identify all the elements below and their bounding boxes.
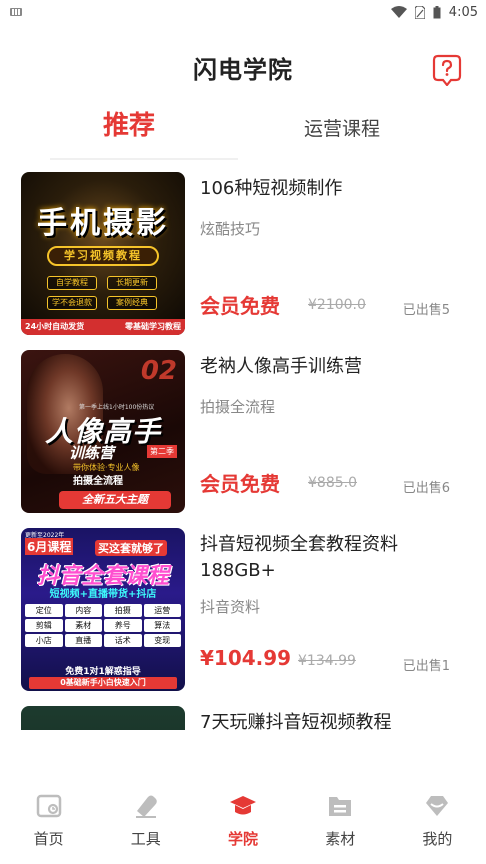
thumb-tag: 案例经典 — [107, 296, 157, 310]
status-left — [10, 8, 22, 16]
course-original-price: ¥2100.0 — [308, 297, 366, 313]
page-title: 闪电学院 — [193, 56, 293, 84]
nav-home[interactable]: 首页 — [0, 780, 97, 864]
thumb-grid-cell: 小店 — [25, 634, 63, 647]
course-sold-count: 已出售6 — [402, 481, 450, 496]
course-title[interactable]: 7天玩赚抖音短视频教程 — [200, 710, 462, 730]
nav-profile[interactable]: 我的 — [389, 780, 486, 864]
battery-icon — [433, 5, 441, 18]
thumb-grid-cell: 剪辑 — [25, 619, 63, 632]
profile-diamond-icon — [426, 796, 449, 816]
nav-label: 我的 — [422, 830, 453, 848]
status-time: 4:05 — [448, 4, 478, 20]
course-thumbnail: 手机摄影 学习视频教程 自学教程 长期更新 学不会退款 案例经典 24小时自动发… — [21, 172, 185, 335]
course-original-price: ¥885.0 — [308, 475, 357, 491]
tab-operations-courses[interactable]: 运营课程 — [304, 107, 380, 151]
nav-label: 首页 — [33, 830, 64, 848]
tab-recommend[interactable]: 推荐 — [103, 104, 155, 148]
nav-academy[interactable]: 学院 — [194, 780, 291, 864]
thumb-headline: 抖音全套课程 — [36, 564, 169, 589]
thumb-grid: 定位 内容 拍摄 运营 剪辑 素材 养号 算法 小店 直播 话术 变现 — [25, 604, 181, 647]
folder-icon — [329, 797, 352, 816]
thumb-grid-cell: 运营 — [143, 604, 181, 617]
thumb-line: 拍摄全流程 — [73, 476, 123, 487]
thumb-bottom-bar: 0基础新手小白快速入门 — [29, 677, 177, 689]
course-sold-count: 已出售1 — [402, 659, 450, 674]
thumb-month: 6月课程 — [25, 538, 74, 555]
thumb-grid-cell: 内容 — [64, 604, 102, 617]
thumb-grid-cell: 直播 — [64, 634, 102, 647]
thumb-band: 短视频+直播带货+抖店 — [49, 589, 157, 600]
thumb-grid-cell: 变现 — [143, 634, 181, 647]
course-sold-count: 已出售5 — [402, 303, 450, 318]
course-thumbnail: 更新至2022年 6月课程 买这套就够了 抖音全套课程 短视频+直播带货+抖店 … — [21, 528, 185, 691]
keyboard-icon — [10, 8, 22, 16]
thumb-tag: 学不会退款 — [47, 296, 97, 310]
course-thumbnail: 02 第一季上线1小时100份热议 人像高手 训练营 第二季 带你体验·专业人像… — [21, 350, 185, 513]
thumb-free-text: 免费1对1解惑指导 — [65, 667, 141, 677]
course-price: ¥104.99 — [200, 646, 292, 670]
course-price: 会员免费 — [200, 472, 280, 496]
thumb-bottom-bar: 24小时自动发货 零基础学习教程 — [21, 319, 185, 335]
header: 闪电学院 — [0, 50, 486, 94]
home-icon — [36, 794, 61, 818]
thumb-tag: 长期更新 — [107, 276, 157, 290]
thumb-bottom-right: 零基础学习教程 — [125, 322, 181, 331]
nav-label: 学院 — [228, 830, 259, 848]
status-right: 4:05 — [390, 4, 478, 20]
graduation-cap-icon — [230, 796, 256, 815]
thumb-grid-cell: 素材 — [64, 619, 102, 632]
nav-materials[interactable]: 素材 — [292, 780, 389, 864]
thumb-grid-cell: 养号 — [104, 619, 142, 632]
thumb-sub: 训练营 — [69, 444, 115, 462]
tab-bar: 推荐 运营课程 — [0, 104, 486, 160]
thumb-grid-cell: 话术 — [104, 634, 142, 647]
course-subtitle: 抖音资料 — [200, 598, 261, 616]
thumb-grid-cell: 定位 — [25, 604, 63, 617]
course-title[interactable]: 抖音短视频全套教程资料188GB+ — [200, 532, 462, 584]
course-thumbnail — [21, 706, 185, 730]
nav-label: 素材 — [325, 830, 356, 848]
course-item[interactable]: 手机摄影 学习视频教程 自学教程 长期更新 学不会退款 案例经典 24小时自动发… — [0, 172, 486, 335]
help-question-icon[interactable] — [432, 54, 462, 86]
course-price: 会员免费 — [200, 294, 280, 318]
status-bar: 4:05 — [0, 0, 486, 24]
thumb-number: 02 — [140, 356, 177, 386]
thumb-headline: 手机摄影 — [37, 206, 169, 241]
course-item[interactable]: 02 第一季上线1小时100份热议 人像高手 训练营 第二季 带你体验·专业人像… — [0, 350, 486, 513]
thumb-tag: 自学教程 — [47, 276, 97, 290]
tools-icon — [135, 795, 157, 818]
course-original-price: ¥134.99 — [298, 653, 356, 669]
thumb-band: 学习视频教程 — [47, 246, 159, 266]
thumb-bottom-left: 24小时自动发货 — [25, 322, 85, 331]
course-title[interactable]: 老衲人像高手训练营 — [200, 354, 462, 380]
wifi-icon — [390, 6, 407, 18]
bottom-nav: 首页 工具 学院 素材 我的 — [0, 780, 486, 864]
thumb-grid-cell: 拍摄 — [104, 604, 142, 617]
course-item[interactable]: 更新至2022年 6月课程 买这套就够了 抖音全套课程 短视频+直播带货+抖店 … — [0, 528, 486, 691]
tab-divider — [50, 158, 238, 160]
thumb-grid-cell: 算法 — [143, 619, 181, 632]
nav-label: 工具 — [130, 830, 161, 848]
sim-icon — [414, 5, 425, 19]
thumb-bottom-bar: 全新五大主题 — [59, 491, 171, 509]
thumb-badge: 第二季 — [147, 445, 177, 458]
nav-tools[interactable]: 工具 — [97, 780, 194, 864]
course-list[interactable]: 手机摄影 学习视频教程 自学教程 长期更新 学不会退款 案例经典 24小时自动发… — [0, 172, 486, 730]
course-subtitle: 炫酷技巧 — [200, 220, 261, 238]
course-item[interactable]: 7天玩赚抖音短视频教程 — [0, 706, 486, 730]
thumb-buy: 买这套就够了 — [95, 540, 167, 556]
course-title[interactable]: 106种短视频制作 — [200, 176, 462, 202]
course-subtitle: 拍摄全流程 — [200, 398, 276, 416]
